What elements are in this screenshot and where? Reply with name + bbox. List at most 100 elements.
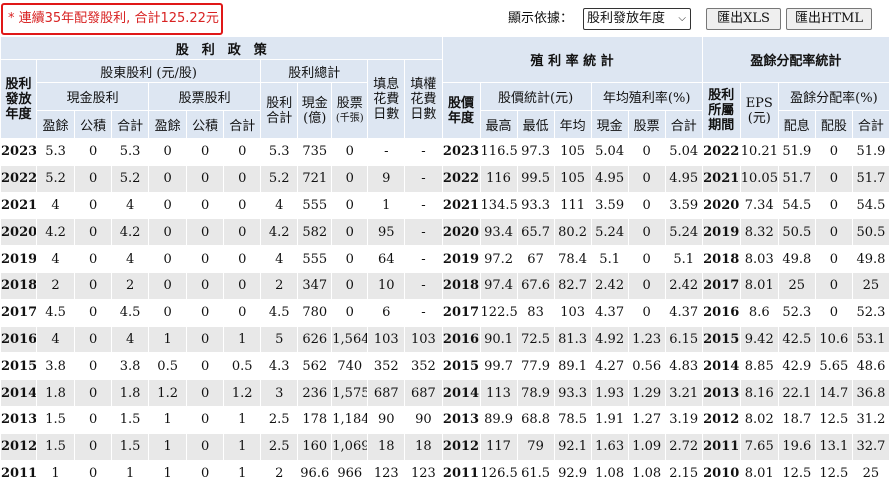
table-cell: 0 bbox=[331, 298, 369, 327]
table-cell: 0 bbox=[186, 245, 225, 273]
table-cell: 4.95 bbox=[590, 164, 629, 193]
table-cell: 92.1 bbox=[553, 432, 592, 461]
table-cell: 0 bbox=[814, 271, 853, 300]
table-cell: 735 bbox=[297, 138, 333, 166]
table-cell: 1 bbox=[367, 191, 406, 220]
table-cell: 0 bbox=[223, 245, 262, 273]
table-cell: 2.15 bbox=[664, 459, 703, 488]
table-cell: 6.15 bbox=[664, 325, 703, 354]
table-cell: 2019 bbox=[701, 218, 741, 247]
table-cell: 4.2 bbox=[260, 218, 299, 247]
table-cell: 2013 bbox=[701, 379, 741, 407]
table-cell: 236 bbox=[297, 379, 333, 407]
table-cell: 10.21 bbox=[739, 138, 779, 166]
table-cell: 2014 bbox=[441, 379, 481, 407]
table-cell: 8.02 bbox=[739, 405, 779, 434]
table-cell: 32.7 bbox=[851, 432, 891, 461]
table-cell: 2018 bbox=[0, 271, 38, 300]
table-cell: 79 bbox=[516, 432, 555, 461]
table-cell: 160 bbox=[297, 432, 333, 461]
table-cell: 116 bbox=[479, 164, 518, 193]
table-cell: 2018 bbox=[701, 245, 741, 273]
table-cell: 0 bbox=[186, 379, 225, 407]
table-cell: 0 bbox=[331, 191, 369, 220]
table-cell: 2011 bbox=[701, 432, 741, 461]
table-cell: 1 bbox=[223, 325, 262, 354]
table-cell: 5 bbox=[260, 325, 299, 354]
table-cell: 0 bbox=[74, 352, 113, 381]
table-cell: 93.3 bbox=[553, 379, 592, 407]
table-cell: 347 bbox=[297, 271, 333, 300]
table-row: 2019 4 0 4 0 0 0 4 555 0 64-2019 97.2 67 78.4 5.1 0 5.1 2… bbox=[0, 245, 891, 273]
table-cell: 93.3 bbox=[516, 191, 555, 220]
table-cell: 0 bbox=[627, 271, 666, 300]
toolbar: * 連續35年配發股利, 合計125.22元 顯示依據： 股利發放年度 ⌵ 匯出… bbox=[0, 0, 893, 36]
display-by-select[interactable]: 股利發放年度 ⌵ bbox=[583, 8, 691, 30]
table-cell: 0 bbox=[186, 352, 225, 381]
table-cell: 2023 bbox=[0, 138, 38, 166]
table-cell: 78.9 bbox=[516, 379, 555, 407]
table-cell: 0 bbox=[627, 245, 666, 273]
header-payout-ratio: 盈餘分配率(%) bbox=[777, 82, 891, 111]
table-cell: 0 bbox=[186, 298, 225, 327]
table-cell: 1.08 bbox=[627, 459, 666, 488]
table-cell: 0 bbox=[331, 245, 369, 273]
table-cell: 116.5 bbox=[479, 138, 518, 166]
table-cell: 0 bbox=[148, 245, 188, 273]
table-cell: 5.24 bbox=[590, 218, 629, 247]
table-cell: 22.1 bbox=[777, 379, 816, 407]
table-cell: 1.63 bbox=[590, 432, 629, 461]
table-cell: - bbox=[404, 298, 443, 327]
header-dividend-policy: 股 利 政 策 bbox=[0, 36, 443, 60]
header-stock-earnings: 盈餘 bbox=[148, 110, 188, 139]
table-cell: 67 bbox=[516, 245, 555, 273]
table-cell: 0 bbox=[74, 191, 113, 220]
table-cell: 134.5 bbox=[479, 191, 518, 220]
header-stock-total-unit: (千張) bbox=[335, 112, 364, 124]
header-stock-subtotal: 合計 bbox=[223, 110, 262, 139]
table-cell: 555 bbox=[297, 191, 333, 220]
table-cell: 49.8 bbox=[851, 245, 891, 273]
table-cell: 51.7 bbox=[777, 164, 816, 193]
table-cell: 1.5 bbox=[111, 405, 150, 434]
table-cell: 2.5 bbox=[260, 405, 299, 434]
table-cell: 95 bbox=[367, 218, 406, 247]
table-cell: 0 bbox=[627, 138, 666, 166]
table-cell: 2013 bbox=[0, 405, 38, 434]
header-ex-div-days: 填息 花費 日數 bbox=[367, 59, 406, 139]
table-cell: 52.3 bbox=[851, 298, 891, 327]
table-cell: 2019 bbox=[0, 245, 38, 273]
table-cell: 48.6 bbox=[851, 352, 891, 381]
table-cell: 1 bbox=[223, 459, 262, 488]
table-cell: 5.04 bbox=[664, 138, 703, 166]
table-cell: 1.91 bbox=[590, 405, 629, 434]
table-cell: 5.3 bbox=[111, 138, 150, 166]
table-cell: 14.7 bbox=[814, 379, 853, 407]
table-cell: 4.37 bbox=[590, 298, 629, 327]
table-cell: 8.16 bbox=[739, 379, 779, 407]
header-yield-year: 股價 年度 bbox=[441, 82, 481, 139]
export-html-button[interactable]: 匯出HTML bbox=[786, 8, 872, 30]
table-cell: 5.2 bbox=[260, 164, 299, 193]
export-xls-button[interactable]: 匯出XLS bbox=[706, 8, 781, 30]
header-stock-total-label: 股票 bbox=[336, 95, 363, 111]
header-yield-stats: 殖 利 率 統 計 bbox=[441, 36, 703, 83]
table-cell: 2016 bbox=[701, 298, 741, 327]
table-cell: 2020 bbox=[0, 218, 38, 247]
table-cell: 6 bbox=[367, 298, 406, 327]
table-cell: 25 bbox=[851, 459, 891, 488]
table-cell: 19.6 bbox=[777, 432, 816, 461]
table-cell: 1 bbox=[223, 432, 262, 461]
table-cell: 51.9 bbox=[777, 138, 816, 166]
table-cell: 8.01 bbox=[739, 271, 779, 300]
header-cash-reserve: 公積 bbox=[74, 110, 113, 139]
table-cell: 89.1 bbox=[553, 352, 592, 381]
table-cell: 555 bbox=[297, 245, 333, 273]
table-cell: 966 bbox=[331, 459, 369, 488]
table-cell: 13.1 bbox=[814, 432, 853, 461]
table-cell: 2014 bbox=[701, 352, 741, 381]
table-cell: 0 bbox=[186, 405, 225, 434]
table-cell: 1.93 bbox=[590, 379, 629, 407]
table-cell: 5.2 bbox=[36, 164, 76, 193]
table-cell: 0 bbox=[74, 164, 113, 193]
